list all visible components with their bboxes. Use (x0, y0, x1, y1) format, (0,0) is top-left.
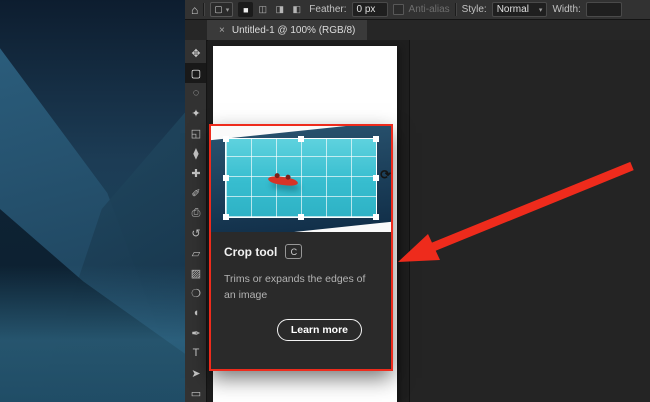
options-separator (454, 3, 457, 16)
crop-handle (223, 175, 229, 181)
tool-blur[interactable]: ❍ (185, 283, 206, 303)
chevron-down-icon: ▾ (538, 6, 543, 14)
style-value: Normal (496, 4, 529, 15)
tool-path-selection[interactable]: ➤ (185, 363, 206, 383)
canvas-right-pane (409, 40, 650, 402)
crop-handle (223, 214, 229, 220)
crop-tool-tooltip: ⟳ Crop tool C Trims or expands the edges… (210, 125, 392, 370)
desktop-wallpaper (0, 0, 185, 402)
intersect-selection-button[interactable]: ◧ (289, 2, 304, 17)
tooltip-body: Crop tool C Trims or expands the edges o… (210, 232, 392, 341)
tool-type[interactable]: T (185, 343, 206, 363)
subtract-from-selection-button[interactable]: ◨ (272, 2, 287, 17)
crop-handle (298, 136, 304, 142)
chevron-down-icon: ▾ (225, 6, 230, 14)
tool-pen[interactable]: ✒ (185, 323, 206, 343)
new-selection-button[interactable]: ■ (238, 2, 254, 17)
wallpaper-ocean (0, 265, 185, 402)
tool-brush[interactable]: ✐ (185, 183, 206, 203)
tool-dodge[interactable]: ◖ (185, 303, 206, 323)
tool-history-brush[interactable]: ↺ (185, 223, 206, 243)
tool-eraser[interactable]: ▱ (185, 243, 206, 263)
options-separator (203, 3, 206, 16)
crop-handle (373, 136, 379, 142)
tool-spot-healing[interactable]: ✚ (185, 163, 206, 183)
tooltip-title: Crop tool (224, 244, 278, 259)
tool-move[interactable]: ✥ (185, 43, 206, 63)
home-icon[interactable]: ⌂ (191, 3, 198, 17)
tool-eyedropper[interactable]: ⧫ (185, 143, 206, 163)
tool-crop[interactable]: ◱ (185, 123, 206, 143)
selection-mode-group: ■ ◫ ◨ ◧ (238, 2, 304, 17)
canoe-person (285, 174, 291, 180)
anti-alias-label: Anti-alias (408, 4, 450, 15)
style-dropdown[interactable]: Normal ▾ (491, 2, 548, 17)
feather-input[interactable]: 0 px (351, 2, 388, 17)
width-input[interactable] (585, 2, 622, 17)
tooltip-description: Trims or expands the edges of an image (224, 273, 366, 301)
crop-handle (298, 214, 304, 220)
close-tab-icon[interactable]: × (219, 25, 225, 36)
crop-handle (223, 136, 229, 142)
tool-lasso[interactable]: ◌ (185, 83, 206, 103)
width-label: Width: (552, 4, 581, 15)
feather-label: Feather: (309, 4, 347, 15)
canoe-person (274, 172, 281, 179)
add-to-selection-button[interactable]: ◫ (255, 2, 270, 17)
tool-preset-button[interactable]: ▢ ▾ (210, 2, 234, 17)
learn-more-button[interactable]: Learn more (276, 318, 362, 341)
crop-handle (373, 175, 379, 181)
tool-clone-stamp[interactable]: ⎙ (185, 203, 206, 223)
tool-gradient[interactable]: ▨ (185, 263, 206, 283)
document-tab-title: Untitled-1 @ 100% (RGB/8) (231, 24, 356, 36)
marquee-preset-icon: ▢ (214, 4, 223, 14)
options-bar: ⌂ ▢ ▾ ■ ◫ ◨ ◧ Feather: 0 px Anti-alias Styl… (185, 0, 650, 20)
tool-rectangle-shape[interactable]: ▭ (185, 383, 206, 402)
crop-handle (373, 214, 379, 220)
document-tab[interactable]: × Untitled-1 @ 100% (RGB/8) (207, 20, 368, 40)
rotate-cursor-icon: ⟳ (380, 167, 391, 182)
crop-overlay (223, 136, 379, 220)
anti-alias-checkbox[interactable] (392, 4, 404, 15)
tooltip-title-row: Crop tool C (224, 244, 378, 259)
red-canoe (267, 172, 299, 188)
toolbar-tools: ✥ ▢ ◌ ✦ ◱ ⧫ ✚ ✐ ⎙ ↺ ▱ ▨ ❍ ◖ ✒ T ➤ ▭ (185, 40, 207, 402)
style-label: Style: (461, 4, 487, 15)
shortcut-key-badge: C (285, 244, 303, 259)
tool-rectangular-marquee[interactable]: ▢ (185, 63, 206, 83)
tool-object-selection[interactable]: ✦ (185, 103, 206, 123)
tab-bar: × Untitled-1 @ 100% (RGB/8) (185, 20, 650, 41)
crop-tool-preview-image: ⟳ (210, 125, 392, 232)
